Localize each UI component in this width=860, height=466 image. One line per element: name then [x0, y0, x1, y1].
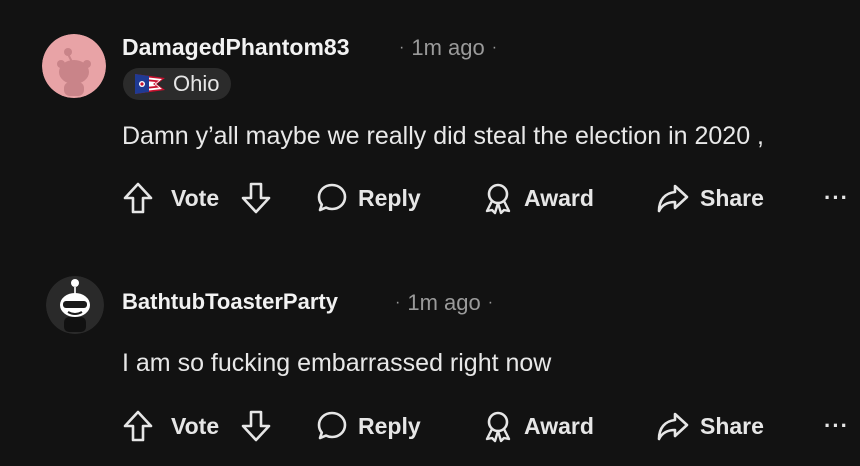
- username[interactable]: DamagedPhantom83: [122, 34, 350, 61]
- more-options-button[interactable]: ···: [824, 406, 849, 446]
- upvote-arrow-icon: [123, 410, 153, 442]
- reply-bubble-icon: [317, 411, 347, 440]
- separator-dot: ·: [487, 294, 494, 311]
- share-button[interactable]: Share: [656, 406, 764, 446]
- timestamp[interactable]: 1m ago: [407, 290, 480, 315]
- share-arrow-icon: [657, 412, 689, 441]
- snoo-avatar-icon: [46, 276, 104, 334]
- ohio-flag-icon: [135, 74, 165, 94]
- downvote-arrow-icon: [241, 410, 271, 442]
- share-label: Share: [700, 184, 764, 211]
- separator-dot: ·: [395, 294, 401, 311]
- comment-actions: Vote Reply Award Share ···: [120, 178, 860, 218]
- upvote-button[interactable]: [122, 406, 154, 446]
- comment-meta: · 1m ago ·: [388, 290, 500, 316]
- avatar[interactable]: [46, 276, 104, 334]
- separator-dot: ·: [491, 39, 498, 56]
- comment-meta: · 1m ago ·: [392, 35, 504, 61]
- username[interactable]: BathtubToasterParty: [122, 289, 338, 315]
- upvote-arrow-icon: [123, 182, 153, 214]
- avatar[interactable]: [42, 34, 106, 98]
- more-options-button[interactable]: ···: [824, 178, 849, 218]
- comment-body: Damn y’all maybe we really did steal the…: [122, 122, 765, 150]
- more-dots-icon: ···: [824, 413, 849, 438]
- flair-label: Ohio: [173, 71, 220, 96]
- more-dots-icon: ···: [824, 185, 849, 210]
- separator-dot: ·: [399, 39, 405, 56]
- timestamp[interactable]: 1m ago: [411, 35, 484, 60]
- share-button[interactable]: Share: [656, 178, 764, 218]
- share-arrow-icon: [657, 184, 689, 213]
- award-label: Award: [524, 184, 594, 211]
- award-button[interactable]: Award: [482, 406, 594, 446]
- reply-button[interactable]: Reply: [316, 406, 421, 446]
- upvote-button[interactable]: [122, 178, 154, 218]
- comment-body: I am so fucking embarrassed right now: [122, 349, 552, 377]
- award-button[interactable]: Award: [482, 178, 594, 218]
- user-flair: Ohio: [123, 68, 232, 100]
- comment-actions: Vote Reply Award Share ···: [120, 406, 860, 446]
- reply-label: Reply: [358, 184, 421, 211]
- snoo-avatar-icon: [42, 34, 106, 98]
- share-label: Share: [700, 412, 764, 439]
- reply-button[interactable]: Reply: [316, 178, 421, 218]
- downvote-button[interactable]: [240, 178, 272, 218]
- downvote-button[interactable]: [240, 406, 272, 446]
- award-label: Award: [524, 412, 594, 439]
- vote-label: Vote: [171, 412, 220, 439]
- award-ribbon-icon: [485, 411, 511, 443]
- downvote-arrow-icon: [241, 182, 271, 214]
- reply-label: Reply: [358, 412, 421, 439]
- award-ribbon-icon: [485, 183, 511, 215]
- reply-bubble-icon: [317, 183, 347, 212]
- vote-label: Vote: [171, 184, 220, 211]
